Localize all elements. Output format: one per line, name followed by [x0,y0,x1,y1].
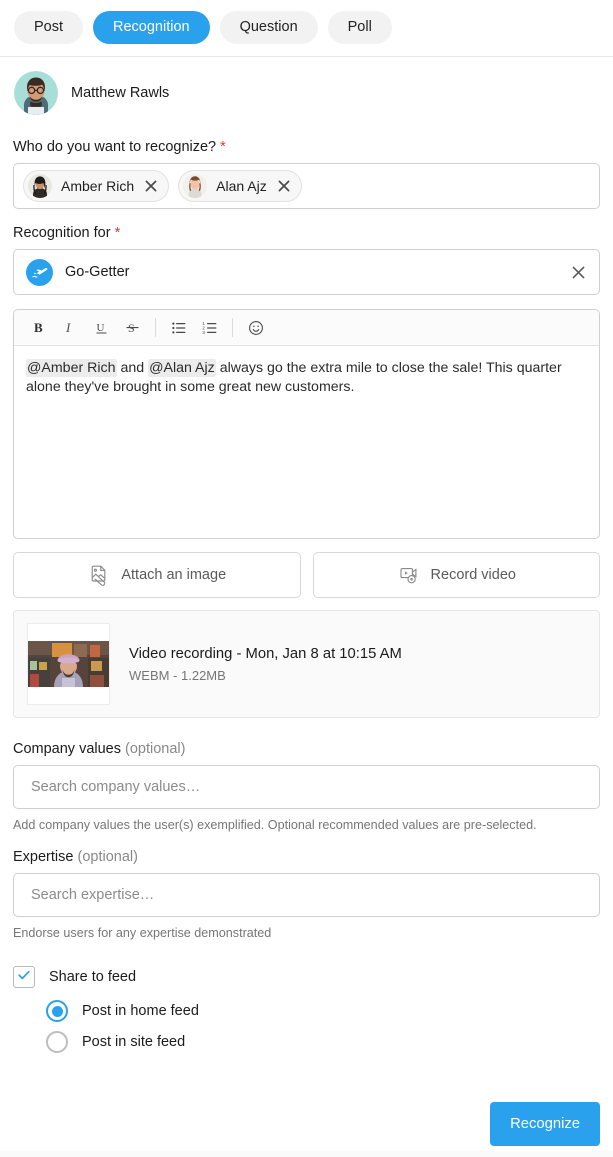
recognize-submit-button[interactable]: Recognize [490,1102,600,1146]
recipient-chip-name: Alan Ajz [216,178,267,194]
recipients-input[interactable]: Amber Rich Alan Ajz [13,163,600,209]
italic-icon[interactable]: I [55,314,86,342]
attachment-title: Video recording - Mon, Jan 8 at 10:15 AM [129,646,402,662]
company-values-label-text: Company values [13,741,121,757]
footer-strip [0,1151,613,1157]
share-to-feed-label: Share to feed [49,969,136,985]
recognition-composer: Post Recognition Question Poll Matth [0,0,613,1157]
required-asterisk: * [220,139,226,155]
radio-dot [52,1006,63,1017]
expertise-search-input[interactable]: Search expertise… [13,873,600,917]
attach-image-label: Attach an image [121,567,226,583]
mention-alan-ajz: @Alan Ajz [148,359,216,377]
numbered-list-icon[interactable]: 123 [194,314,225,342]
bold-icon[interactable]: B [24,314,55,342]
company-values-label: Company values (optional) [13,741,600,757]
expertise-placeholder: Search expertise… [31,887,154,903]
share-to-feed-section: Share to feed Post in home feed Post in … [13,966,600,1053]
company-values-helper-text: Add company values the user(s) exemplifi… [13,818,600,832]
expertise-helper-text: Endorse users for any expertise demonstr… [13,926,600,940]
svg-text:3: 3 [202,330,205,335]
image-attach-icon [87,564,110,587]
share-to-feed-checkbox[interactable] [13,966,35,988]
user-avatar-photo-icon [28,174,52,198]
company-values-search-input[interactable]: Search company values… [13,765,600,809]
bullet-list-icon[interactable] [163,314,194,342]
editor-text-area[interactable]: @Amber Rich and @Alan Ajz always go the … [14,346,599,538]
airplane-badge-icon [26,259,53,286]
message-editor[interactable]: B I U S [13,309,600,539]
record-video-label: Record video [431,567,516,583]
feed-target-radio-group: Post in home feed Post in site feed [13,1000,600,1053]
mention-amber-rich: @Amber Rich [26,359,117,377]
recognition-form: Who do you want to recognize? * Amber Ri… [0,125,613,1053]
tab-poll[interactable]: Poll [328,11,392,44]
recipient-chip-name: Amber Rich [61,178,134,194]
optional-marker: (optional) [125,741,185,757]
recognition-for-label: Recognition for * [13,225,600,241]
radio-row-home-feed[interactable]: Post in home feed [46,1000,600,1022]
recognition-for-value: Go-Getter [65,264,558,280]
tab-post[interactable]: Post [14,11,83,44]
user-avatar-illustration-icon [183,174,207,198]
close-icon[interactable] [143,178,159,194]
composer-footer: Recognize [0,1087,613,1157]
recognition-for-label-text: Recognition for [13,225,111,241]
editor-text-segment-1: and [117,360,149,376]
required-asterisk: * [115,225,121,241]
recipients-label: Who do you want to recognize? * [13,139,600,155]
expertise-label: Expertise (optional) [13,849,600,865]
attachment-actions: Attach an image Record video [13,552,600,598]
video-thumbnail [27,623,110,705]
radio-post-in-home-feed[interactable] [46,1000,68,1022]
strikethrough-icon[interactable]: S [117,314,148,342]
share-to-feed-row[interactable]: Share to feed [13,966,600,988]
recipient-chip-alan-ajz[interactable]: Alan Ajz [178,170,302,202]
svg-text:B: B [34,320,43,335]
attachment-card[interactable]: Video recording - Mon, Jan 8 at 10:15 AM… [13,610,600,718]
attachment-info: Video recording - Mon, Jan 8 at 10:15 AM… [129,646,402,683]
optional-marker: (optional) [77,849,137,865]
toolbar-divider [155,318,156,337]
tab-question[interactable]: Question [220,11,318,44]
attach-image-button[interactable]: Attach an image [13,552,301,598]
svg-text:U: U [97,322,105,334]
recipient-chip-amber-rich[interactable]: Amber Rich [23,170,169,202]
record-video-button[interactable]: Record video [313,552,601,598]
tab-recognition[interactable]: Recognition [93,11,210,44]
attachment-meta: WEBM - 1.22MB [129,668,402,683]
recognition-for-select[interactable]: Go-Getter [13,249,600,295]
radio-post-in-site-feed[interactable] [46,1031,68,1053]
author-name: Matthew Rawls [71,85,169,101]
check-icon [17,968,31,987]
svg-text:I: I [65,320,71,335]
editor-toolbar: B I U S [14,310,599,346]
expertise-label-text: Expertise [13,849,73,865]
close-icon[interactable] [570,264,587,281]
record-video-icon [397,564,420,587]
author-row: Matthew Rawls [0,57,613,125]
close-icon[interactable] [276,178,292,194]
composer-tabbar: Post Recognition Question Poll [0,0,613,57]
underline-icon[interactable]: U [86,314,117,342]
user-avatar-illustration-icon [14,71,58,115]
recipients-label-text: Who do you want to recognize? [13,139,216,155]
radio-label-site-feed: Post in site feed [82,1034,185,1050]
emoji-icon[interactable] [240,314,271,342]
footer-actions: Recognize [0,1087,613,1146]
radio-row-site-feed[interactable]: Post in site feed [46,1031,600,1053]
company-values-placeholder: Search company values… [31,779,200,795]
toolbar-divider [232,318,233,337]
radio-label-home-feed: Post in home feed [82,1003,199,1019]
